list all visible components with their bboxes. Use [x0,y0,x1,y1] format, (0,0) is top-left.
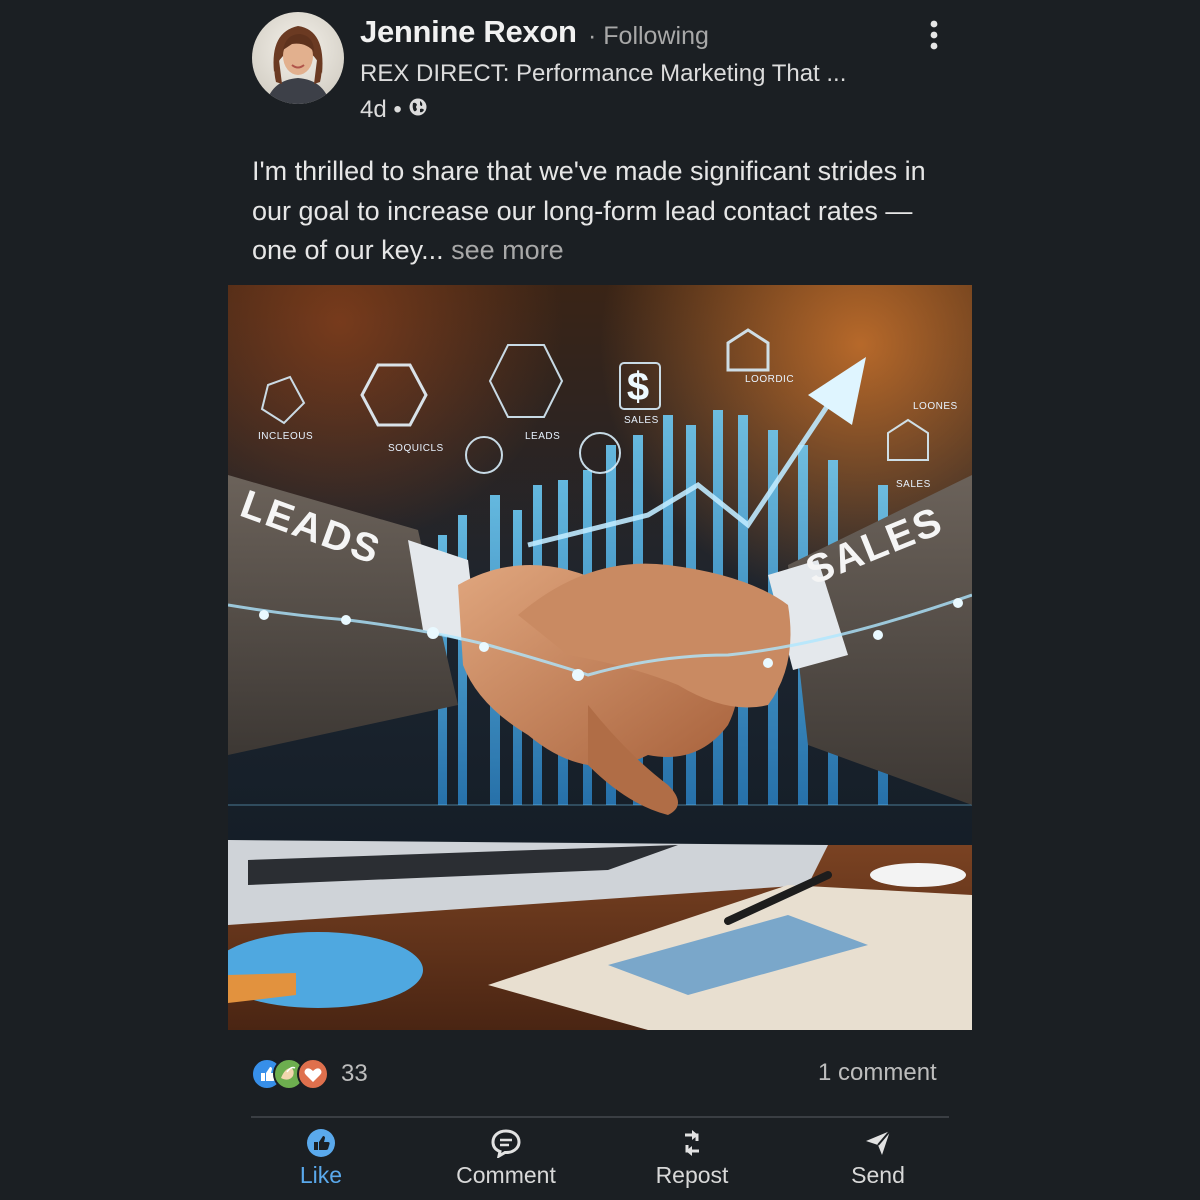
author-headline: REX DIRECT: Performance Marketing That .… [360,60,847,87]
author-avatar[interactable] [252,12,344,104]
more-vertical-icon [930,20,938,50]
comment-button[interactable]: Comment [431,1126,581,1194]
image-icon-label: LEADS [525,431,560,442]
image-icon-label: SALES [896,479,931,490]
like-label: Like [299,1162,343,1188]
send-label: Send [851,1162,905,1188]
see-more-link[interactable]: see more [451,235,564,265]
send-icon [866,1130,891,1155]
reactions-summary[interactable]: 33 [251,1056,368,1092]
feed-post: Jennine Rexon · Following REX DIRECT: Pe… [0,0,1200,1200]
following-status: · Following [588,22,709,50]
svg-text:$: $ [627,365,649,409]
repost-icon [685,1130,699,1156]
image-icon-label: SOQUICLS [388,443,444,454]
post-image[interactable]: $ INCLEOUS SOQUICLS LEADS SALES LOORDIC … [228,285,972,1030]
image-icon-label: LOORDIC [745,374,794,385]
reaction-count: 33 [341,1060,368,1087]
post-meta: 4d • [360,96,428,124]
love-reaction-icon [297,1058,329,1090]
like-button[interactable]: Like [246,1126,396,1194]
post-text: I'm thrilled to share that we've made si… [252,152,952,271]
reaction-icons [251,1058,329,1090]
image-icon-label: LOONES [913,401,958,412]
send-button[interactable]: Send [803,1126,953,1194]
image-icon-label: SALES [624,415,659,426]
comment-count-link[interactable]: 1 comment [818,1059,937,1087]
repost-button[interactable]: Repost [617,1126,767,1194]
author-name[interactable]: Jennine Rexon [360,14,577,50]
like-icon [307,1129,335,1157]
post-text-content: I'm thrilled to share that we've made si… [252,156,926,265]
post-time: 4d • [360,96,402,123]
divider [251,1116,949,1118]
comment-label: Comment [456,1162,556,1188]
comment-icon [491,1129,521,1158]
globe-icon [408,96,428,124]
repost-label: Repost [655,1162,729,1188]
more-options-button[interactable] [918,18,950,52]
image-icon-label: INCLEOUS [258,431,313,442]
